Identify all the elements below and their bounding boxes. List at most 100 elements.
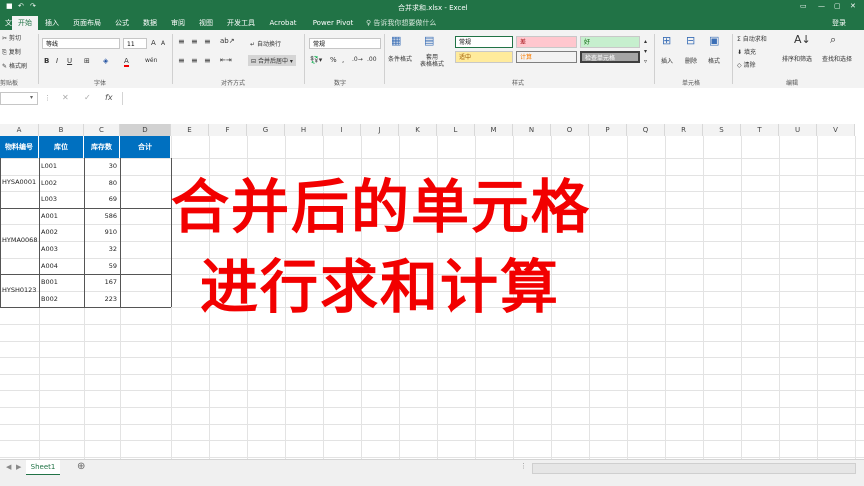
sort-filter-icon[interactable]: A↓ [794,33,811,46]
style-normal[interactable]: 常规 [455,36,513,48]
tab-insert[interactable]: 插入 [41,16,63,30]
tab-power-pivot[interactable]: Power Pivot [307,16,359,30]
table-cell-location[interactable]: L003 [41,195,57,203]
format-cells-button[interactable]: 格式 [708,56,720,65]
table-cell-stock[interactable]: 223 [84,295,117,303]
currency-icon[interactable]: 💱▾ [310,56,322,64]
styles-more-icon[interactable]: ▿ [644,58,647,65]
redo-icon[interactable]: ↷ [30,2,36,10]
formula-input[interactable] [122,92,864,105]
conditional-format-icon[interactable]: ▦ [391,34,401,47]
wrap-text-button[interactable]: ↵ 自动换行 [250,39,281,48]
column-header-U[interactable]: U [779,124,817,136]
find-select-button[interactable]: 查找和选择 [822,54,852,63]
ribbon-options-icon[interactable]: ▭ [800,2,807,10]
undo-icon[interactable]: ↶ [18,2,24,10]
tab-data[interactable]: 数据 [139,16,161,30]
table-cell-stock[interactable]: 32 [84,245,117,253]
comma-icon[interactable]: , [342,56,344,64]
font-size-select[interactable]: 11 [123,38,147,49]
next-sheet-icon[interactable]: ▶ [16,463,21,471]
merged-cell-total[interactable] [120,159,171,208]
horizontal-scrollbar[interactable] [532,463,856,474]
table-cell-stock[interactable]: 30 [84,162,117,170]
sheet-tab-sheet1[interactable]: Sheet1 [26,460,60,476]
tell-me-box[interactable]: ♀ 告诉我你想要做什么 [366,16,476,30]
grow-font-icon[interactable]: A [151,39,156,47]
tab-page-layout[interactable]: 页面布局 [69,16,105,30]
merged-cell-code[interactable] [0,159,39,208]
name-box-dropdown-icon[interactable]: ▾ [30,94,33,101]
fill-button[interactable]: ⬇ 填充 [737,47,756,56]
column-header-A[interactable]: A [0,124,39,136]
column-header-C[interactable]: C [84,124,120,136]
merged-cell-code[interactable] [0,209,39,274]
table-cell-location[interactable]: A002 [41,228,58,236]
table-cell-stock[interactable]: 910 [84,228,117,236]
cancel-icon[interactable]: ✕ [62,93,69,102]
style-good[interactable]: 好 [580,36,640,48]
column-header-M[interactable]: M [475,124,513,136]
tab-formulas[interactable]: 公式 [111,16,133,30]
autosum-button[interactable]: Σ 自动求和 [737,34,767,43]
format-table-button[interactable]: 套用 表格格式 [420,54,444,68]
merged-cell-total[interactable] [120,275,171,307]
style-calculation[interactable]: 计算 [516,51,577,63]
table-cell-stock[interactable]: 586 [84,212,117,220]
enter-icon[interactable]: ✓ [84,93,91,102]
table-header-cell[interactable]: 物料编号 [0,136,39,158]
column-header-L[interactable]: L [437,124,475,136]
orientation-icon[interactable]: ab↗ [220,37,235,45]
increase-decimal-icon[interactable]: .0→ [352,56,363,63]
maximize-icon[interactable]: ▢ [834,2,841,10]
style-neutral[interactable]: 适中 [455,51,513,63]
phonetic-icon[interactable]: wén [145,57,157,64]
column-header-B[interactable]: B [39,124,84,136]
format-cells-icon[interactable]: ▣ [709,34,719,47]
merged-cell-code[interactable] [0,275,39,307]
table-cell-location[interactable]: A001 [41,212,58,220]
align-left-icon[interactable]: ≡ [178,56,185,65]
column-header-H[interactable]: H [285,124,323,136]
align-center-icon[interactable]: ≡ [191,56,198,65]
number-format-select[interactable]: 常规 [309,38,381,49]
style-check-cell[interactable]: 检查单元格 [580,51,640,63]
column-header-G[interactable]: G [247,124,285,136]
fill-color-icon[interactable]: ◈ [103,57,108,65]
add-sheet-icon[interactable]: ⊕ [77,461,85,472]
copy-button[interactable]: ⎘ 复制 [2,47,21,57]
column-header-V[interactable]: V [817,124,855,136]
table-header-cell[interactable]: 合计 [120,136,171,158]
delete-cells-button[interactable]: 删除 [685,56,697,65]
table-cell-stock[interactable]: 167 [84,278,117,286]
align-middle-icon[interactable]: ≡ [191,37,198,46]
percent-icon[interactable]: % [330,56,337,64]
column-header-J[interactable]: J [361,124,399,136]
minimize-icon[interactable]: — [818,2,825,10]
table-cell-location[interactable]: B001 [41,278,58,286]
signin-link[interactable]: 登录 [826,16,852,30]
italic-icon[interactable]: I [56,57,58,65]
delete-cells-icon[interactable]: ⊟ [686,34,695,47]
align-right-icon[interactable]: ≡ [204,56,211,65]
merge-center-button[interactable]: ⊟ 合并后居中 ▾ [248,55,296,66]
merged-cell-total[interactable] [120,209,171,274]
tab-home[interactable]: 开始 [12,16,38,30]
column-header-S[interactable]: S [703,124,741,136]
table-cell-stock[interactable]: 69 [84,195,117,203]
tab-acrobat[interactable]: Acrobat [265,16,301,30]
find-icon[interactable]: ⌕ [830,33,836,47]
underline-icon[interactable]: U [67,57,72,65]
table-header-cell[interactable]: 库位 [39,136,84,158]
align-bottom-icon[interactable]: ≡ [204,37,211,46]
column-header-D[interactable]: D [120,124,171,136]
conditional-format-button[interactable]: 条件格式 [388,54,412,63]
tab-review[interactable]: 审阅 [167,16,189,30]
bold-icon[interactable]: B [44,57,49,65]
insert-function-icon[interactable]: fx [105,93,113,102]
clear-button[interactable]: ◇ 清除 [737,60,756,69]
style-bad[interactable]: 差 [516,36,577,48]
decrease-decimal-icon[interactable]: .00 [367,56,377,63]
column-header-Q[interactable]: Q [627,124,665,136]
table-cell-location[interactable]: B002 [41,295,58,303]
